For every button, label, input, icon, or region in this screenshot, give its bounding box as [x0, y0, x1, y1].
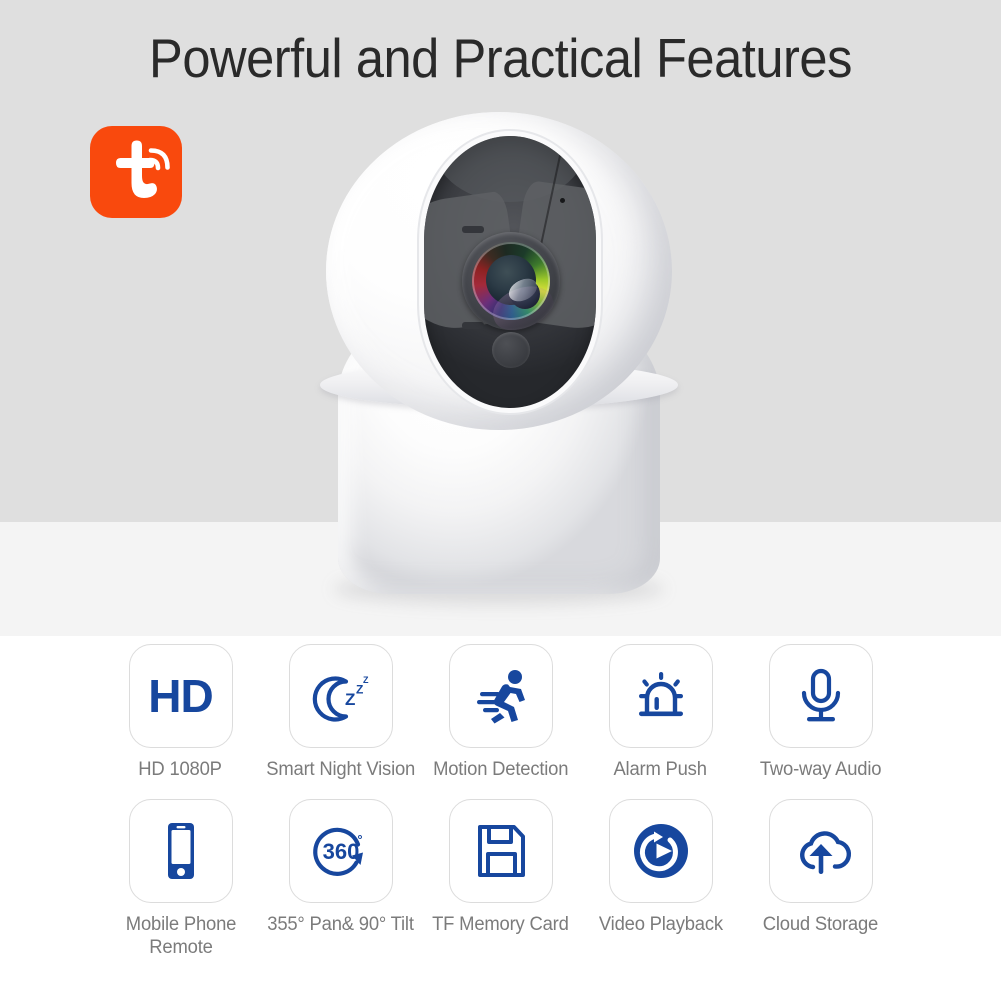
video-playback-icon: [633, 824, 688, 878]
camera-light-sensor: [492, 332, 530, 368]
page-title: Powerful and Practical Features: [149, 27, 852, 89]
feature-tile[interactable]: [448, 644, 553, 748]
feature-tile[interactable]: [448, 799, 553, 903]
feature-tile[interactable]: 360 °: [288, 799, 393, 903]
rotation-360-label: 360: [322, 839, 359, 864]
feature-label: Motion Detection: [432, 759, 569, 780]
feature-mobile-phone-remote[interactable]: Mobile Phone Remote: [101, 799, 261, 959]
tuya-logo-mark: [116, 140, 170, 198]
camera-mic-hole: [560, 198, 565, 203]
feature-pan-tilt-360[interactable]: 360 ° 355° Pan& 90° Tilt: [261, 799, 421, 936]
hd-icon: HD: [148, 670, 213, 722]
feature-tile[interactable]: [608, 644, 713, 748]
feature-alarm-push[interactable]: Alarm Push: [581, 644, 741, 781]
feature-tile[interactable]: [128, 799, 233, 903]
cloud-upload-icon: [799, 831, 851, 874]
smartphone-icon: [167, 823, 194, 879]
feature-tile[interactable]: [768, 644, 873, 748]
siren-alarm-icon: [638, 672, 683, 717]
feature-row-2: Mobile Phone Remote 360 ° 355° Pan& 90° …: [0, 799, 1001, 959]
svg-text:Z: Z: [345, 690, 355, 709]
feature-row-1: HD HD 1080P Z Z Z Smart Night Vision Mot…: [0, 644, 1001, 781]
camera-lens-housing: [462, 232, 560, 338]
feature-smart-night-vision[interactable]: Z Z Z Smart Night Vision: [261, 644, 421, 781]
microphone-icon: [801, 668, 840, 722]
moon-zzz-icon: Z Z Z: [312, 675, 369, 722]
feature-label: 355° Pan& 90° Tilt: [267, 914, 414, 935]
rotation-360-icon: 360 °: [312, 827, 363, 876]
feature-grid: HD HD 1080P Z Z Z Smart Night Vision Mot…: [0, 644, 1001, 959]
feature-video-playback[interactable]: Video Playback: [581, 799, 741, 936]
feature-label: Mobile Phone Remote: [125, 914, 236, 958]
feature-label: Cloud Storage: [762, 914, 879, 935]
feature-label: Alarm Push: [613, 759, 708, 780]
security-camera-image: [298, 104, 702, 644]
feature-label: Video Playback: [598, 914, 723, 935]
feature-cloud-storage[interactable]: Cloud Storage: [741, 799, 901, 936]
lens-notch-top: [462, 226, 484, 233]
feature-label: Two-way Audio: [759, 759, 882, 780]
floppy-disk-icon: [477, 825, 525, 877]
tuya-logo: [90, 126, 182, 218]
running-person-icon: [476, 670, 525, 724]
feature-tile[interactable]: Z Z Z: [288, 644, 393, 748]
feature-tf-memory-card[interactable]: TF Memory Card: [421, 799, 581, 936]
feature-label: TF Memory Card: [432, 914, 569, 935]
camera-face-panel: [424, 136, 596, 408]
feature-tile[interactable]: [768, 799, 873, 903]
feature-hd-1080p[interactable]: HD HD 1080P: [101, 644, 261, 781]
svg-text:Z: Z: [363, 675, 369, 685]
feature-tile[interactable]: HD: [128, 644, 233, 748]
lens-notch-bottom: [462, 322, 484, 329]
feature-label: HD 1080P: [138, 759, 223, 780]
degree-symbol: °: [357, 832, 362, 847]
feature-motion-detection[interactable]: Motion Detection: [421, 644, 581, 781]
marketing-page: Powerful and Practical Features HD HD 10…: [0, 0, 1001, 1001]
camera-head-sphere: [326, 112, 672, 430]
feature-two-way-audio[interactable]: Two-way Audio: [741, 644, 901, 781]
feature-label: Smart Night Vision: [266, 759, 415, 780]
feature-tile[interactable]: [608, 799, 713, 903]
camera-lens-iris: [472, 242, 559, 338]
